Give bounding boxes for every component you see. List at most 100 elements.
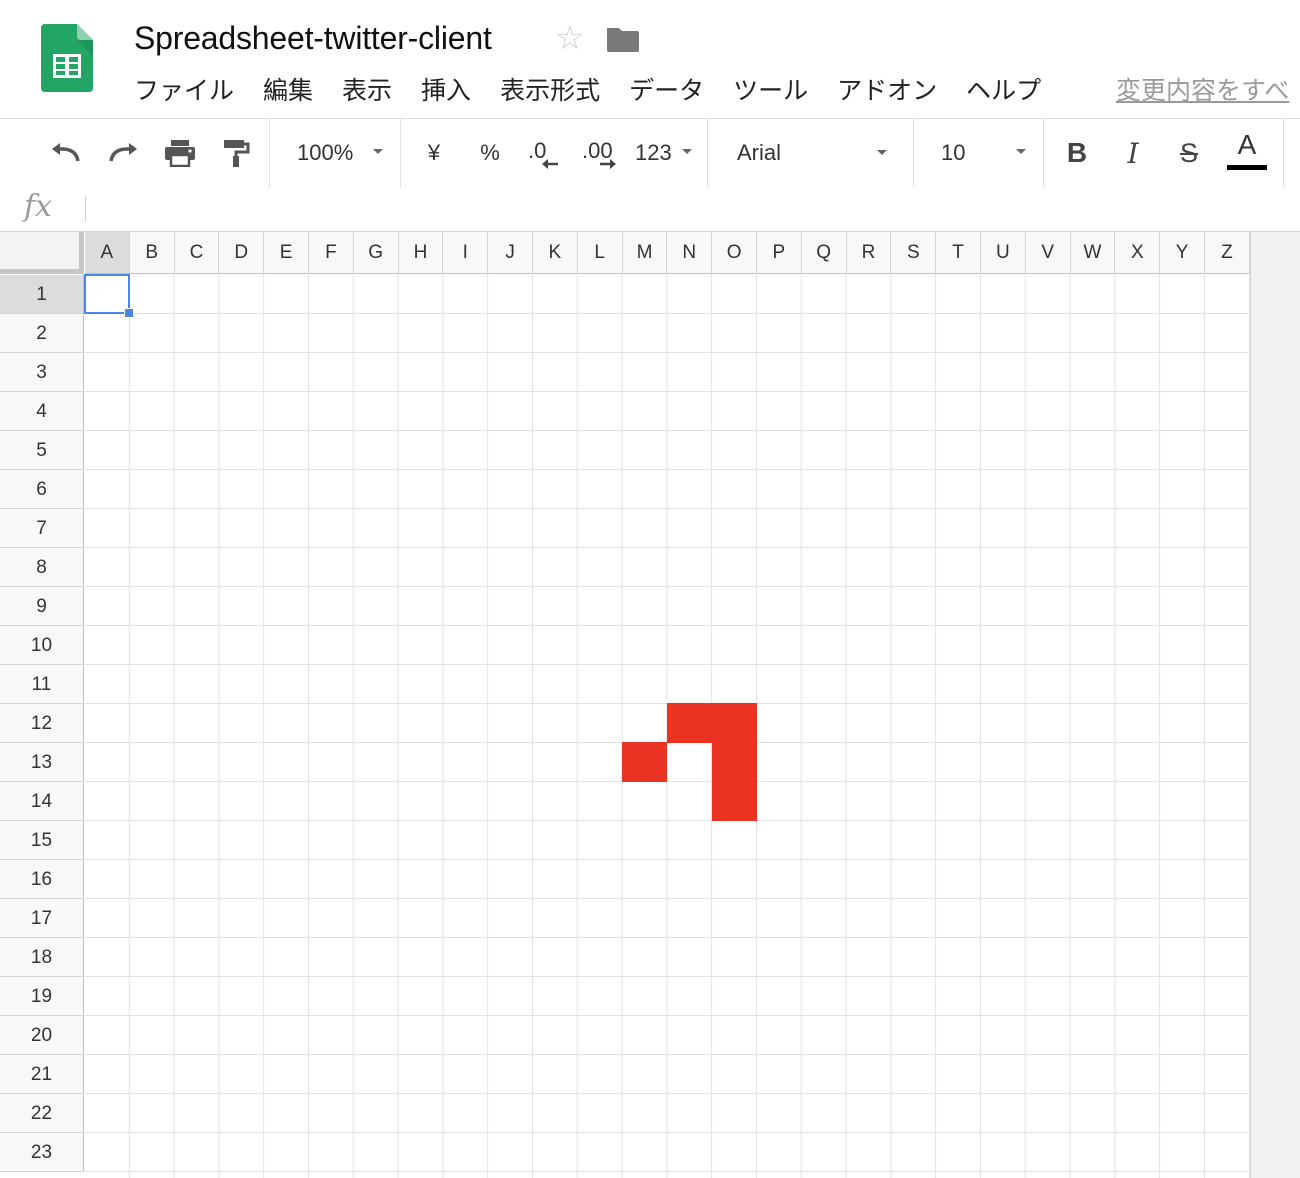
italic-button[interactable]: I — [1114, 119, 1152, 187]
row-header-20[interactable]: 20 — [0, 1016, 84, 1055]
zoom-select[interactable]: 100% — [280, 119, 392, 187]
column-header-s[interactable]: S — [891, 232, 937, 274]
row-header-10[interactable]: 10 — [0, 626, 84, 665]
font-size-select[interactable]: 10 — [926, 119, 1034, 187]
row-header-19[interactable]: 19 — [0, 977, 84, 1016]
chevron-down-icon — [877, 150, 887, 155]
column-header-i[interactable]: I — [443, 232, 489, 274]
row-header-18[interactable]: 18 — [0, 938, 84, 977]
undo-icon[interactable] — [46, 119, 86, 187]
row-header-11[interactable]: 11 — [0, 665, 84, 704]
google-sheets-icon[interactable] — [41, 24, 93, 92]
column-header-m[interactable]: M — [622, 232, 668, 274]
column-header-b[interactable]: B — [129, 232, 175, 274]
column-header-g[interactable]: G — [353, 232, 399, 274]
paint-format-icon[interactable] — [216, 119, 256, 187]
grid-right-gutter — [1250, 232, 1300, 1178]
increase-decimal-button[interactable]: .00 — [578, 119, 622, 187]
column-header-t[interactable]: T — [936, 232, 981, 274]
toolbar: 100% ¥ % .0 .00 123 Arial 10 B I S A — [0, 118, 1300, 188]
column-header-j[interactable]: J — [488, 232, 533, 274]
filled-cell-o12[interactable] — [711, 703, 757, 743]
star-outline-icon[interactable]: ☆ — [555, 20, 585, 56]
text-color-swatch — [1227, 165, 1267, 170]
column-header-c[interactable]: C — [174, 232, 220, 274]
column-header-p[interactable]: P — [757, 232, 802, 274]
column-header-q[interactable]: Q — [801, 232, 847, 274]
last-edit-link[interactable]: 変更内容をすべ — [1116, 74, 1289, 108]
row-header-9[interactable]: 9 — [0, 587, 84, 626]
row-header-15[interactable]: 15 — [0, 821, 84, 860]
folder-icon[interactable] — [606, 26, 640, 52]
spreadsheet-grid: ABCDEFGHIJKLMNOPQRSTUVWXYZ 1 2 3 4 5 6 7 8 9 10 11… — [0, 232, 1300, 1178]
column-header-h[interactable]: H — [398, 232, 444, 274]
row-header-5[interactable]: 5 — [0, 431, 84, 470]
row-header-2[interactable]: 2 — [0, 314, 84, 353]
redo-icon[interactable] — [103, 119, 143, 187]
row-header-22[interactable]: 22 — [0, 1094, 84, 1133]
print-icon[interactable] — [160, 119, 200, 187]
menu-insert[interactable]: 挿入 — [421, 74, 471, 108]
decrease-decimal-button[interactable]: .0 — [522, 119, 562, 187]
row-header-7[interactable]: 7 — [0, 509, 84, 548]
row-header-21[interactable]: 21 — [0, 1055, 84, 1094]
row-header-17[interactable]: 17 — [0, 899, 84, 938]
column-header-y[interactable]: Y — [1160, 232, 1205, 274]
toolbar-separator — [707, 119, 708, 187]
row-header-8[interactable]: 8 — [0, 548, 84, 587]
cell-area[interactable] — [84, 274, 1251, 1178]
column-headers: ABCDEFGHIJKLMNOPQRSTUVWXYZ — [85, 232, 1250, 274]
column-header-x[interactable]: X — [1115, 232, 1161, 274]
zoom-value: 100% — [297, 140, 354, 165]
column-header-e[interactable]: E — [264, 232, 309, 274]
font-family-select[interactable]: Arial — [720, 119, 902, 187]
column-header-l[interactable]: L — [577, 232, 623, 274]
row-header-3[interactable]: 3 — [0, 353, 84, 392]
column-header-d[interactable]: D — [219, 232, 265, 274]
menu-data[interactable]: データ — [629, 74, 704, 108]
column-header-v[interactable]: V — [1025, 232, 1071, 274]
menu-edit[interactable]: 編集 — [263, 74, 313, 108]
fill-handle[interactable] — [123, 308, 134, 318]
header: Spreadsheet-twitter-client ☆ ファイル 編集 表示 挿入表… — [0, 0, 1300, 118]
column-header-n[interactable]: N — [667, 232, 713, 274]
column-header-k[interactable]: K — [533, 232, 578, 274]
column-header-r[interactable]: R — [846, 232, 892, 274]
toolbar-separator — [1043, 119, 1044, 187]
column-header-o[interactable]: O — [712, 232, 757, 274]
column-header-w[interactable]: W — [1070, 232, 1116, 274]
menu-addons[interactable]: アドオン — [837, 74, 937, 108]
row-header-13[interactable]: 13 — [0, 743, 84, 782]
document-title[interactable]: Spreadsheet-twitter-client — [134, 20, 492, 57]
row-header-12[interactable]: 12 — [0, 704, 84, 743]
column-header-z[interactable]: Z — [1205, 232, 1250, 274]
menu-help[interactable]: ヘルプ — [966, 74, 1041, 108]
toolbar-separator — [1283, 119, 1284, 187]
column-header-a[interactable]: A — [85, 232, 130, 274]
filled-cell-m13[interactable] — [622, 742, 668, 782]
filled-cell-o13[interactable] — [711, 742, 757, 782]
menu-tools[interactable]: ツール — [733, 74, 808, 108]
menu-file[interactable]: ファイル — [134, 74, 234, 108]
row-header-6[interactable]: 6 — [0, 470, 84, 509]
bold-button[interactable]: B — [1058, 119, 1096, 187]
more-formats-select[interactable]: 123 — [630, 119, 696, 187]
strikethrough-button[interactable]: S — [1170, 119, 1208, 187]
menu-format[interactable]: 表示形式 — [500, 74, 600, 108]
column-header-u[interactable]: U — [981, 232, 1026, 274]
text-color-button[interactable]: A — [1224, 119, 1270, 187]
row-header-14[interactable]: 14 — [0, 782, 84, 821]
format-currency-button[interactable]: ¥ — [416, 119, 452, 187]
row-header-16[interactable]: 16 — [0, 860, 84, 899]
row-header-4[interactable]: 4 — [0, 392, 84, 431]
row-header-23[interactable]: 23 — [0, 1133, 84, 1172]
column-header-f[interactable]: F — [309, 232, 354, 274]
toolbar-separator — [913, 119, 914, 187]
filled-cell-o14[interactable] — [711, 781, 757, 821]
format-percent-button[interactable]: % — [472, 119, 508, 187]
menu-view[interactable]: 表示 — [342, 74, 392, 108]
formula-input[interactable] — [95, 193, 1279, 227]
select-all-corner[interactable] — [0, 232, 84, 274]
filled-cell-n12[interactable] — [666, 703, 713, 743]
row-header-1[interactable]: 1 — [0, 275, 84, 314]
